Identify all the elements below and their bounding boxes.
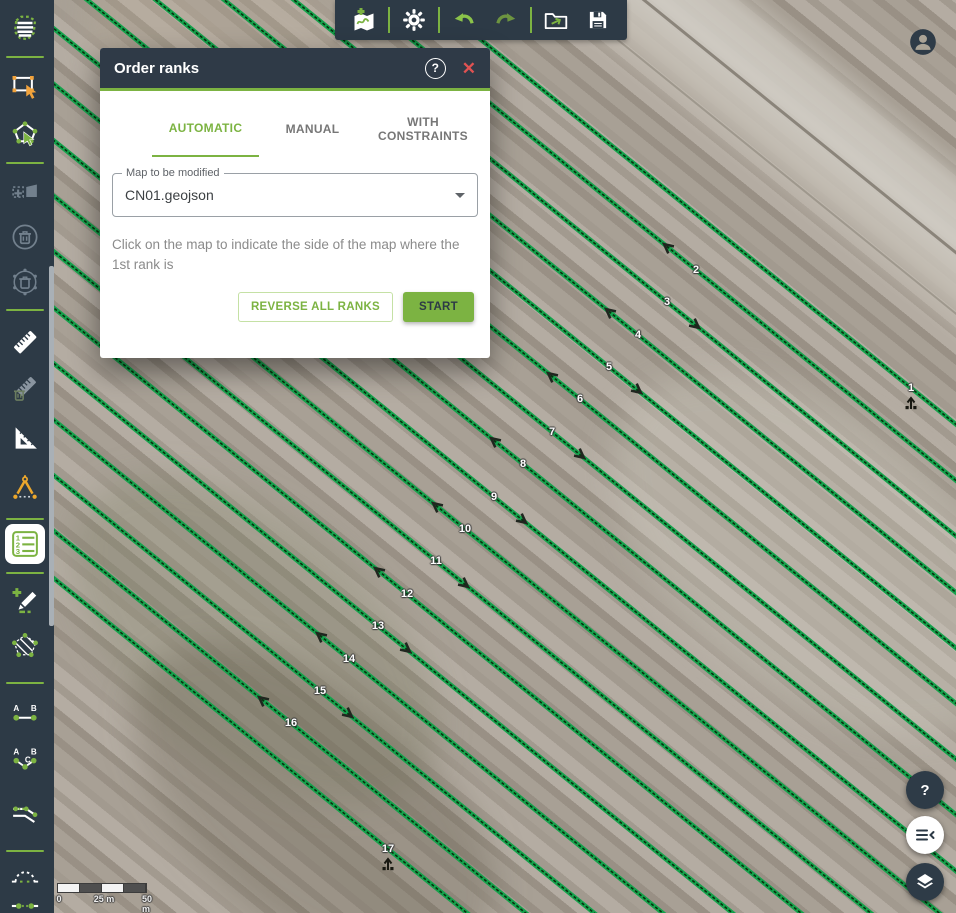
trash-selection-icon bbox=[10, 267, 40, 297]
collapse-list-icon bbox=[913, 823, 937, 847]
dialog-header[interactable]: Order ranks ? ✕ bbox=[100, 48, 490, 91]
redo-icon bbox=[493, 7, 519, 33]
dialog-body: AUTOMATIC MANUAL WITH CONSTRAINTS Map to… bbox=[100, 91, 490, 358]
toolbar-divider bbox=[388, 7, 390, 33]
ruler-icon bbox=[10, 327, 40, 357]
import-map-button[interactable] bbox=[343, 0, 385, 40]
sidebar-tool-draw-line[interactable] bbox=[5, 580, 45, 620]
compass-icon bbox=[10, 473, 40, 503]
field-rows-icon bbox=[10, 13, 40, 43]
sidebar-divider bbox=[6, 850, 44, 852]
sidebar-divider bbox=[6, 162, 44, 164]
toolbar-divider bbox=[438, 7, 440, 33]
map-select[interactable]: Map to be modified CN01.geojson bbox=[112, 173, 478, 217]
svg-text:A: A bbox=[13, 747, 19, 756]
sidebar-divider bbox=[6, 518, 44, 520]
start-button[interactable]: START bbox=[403, 292, 474, 322]
parallel-lines-icon bbox=[10, 797, 40, 827]
sidebar-tool-dotted-line[interactable] bbox=[5, 886, 45, 913]
add-shape-icon bbox=[10, 177, 40, 207]
folder-export-icon bbox=[543, 7, 569, 33]
app-window: 1234567891011121314151617 0 25 m 50 m bbox=[0, 0, 956, 913]
sidebar-divider bbox=[6, 572, 44, 574]
scalebar-segments bbox=[57, 883, 147, 893]
sidebar-scrollbar[interactable] bbox=[49, 266, 54, 626]
sidebar-tool-select-rectangle[interactable] bbox=[5, 66, 45, 106]
rank-end-marker-icon bbox=[906, 398, 917, 409]
save-icon bbox=[585, 7, 611, 33]
tab-automatic[interactable]: AUTOMATIC bbox=[152, 101, 259, 157]
pencil-add-icon bbox=[10, 585, 40, 615]
svg-text:B: B bbox=[31, 704, 37, 713]
select-rectangle-icon bbox=[10, 71, 40, 101]
gear-icon bbox=[401, 7, 427, 33]
tool-sidebar: 123 bbox=[0, 0, 54, 913]
hatched-polygon-icon bbox=[10, 631, 40, 661]
sidebar-tool-delete-selection[interactable] bbox=[5, 262, 45, 302]
sidebar-tool-segment-ab[interactable]: AB bbox=[5, 694, 45, 734]
sidebar-tool-order-ranks[interactable]: 123 bbox=[5, 524, 45, 564]
svg-text:3: 3 bbox=[16, 547, 21, 556]
tab-manual[interactable]: MANUAL bbox=[259, 101, 366, 157]
settings-button[interactable] bbox=[393, 0, 435, 40]
select-polygon-icon bbox=[10, 120, 40, 150]
scalebar-label-0: 0 bbox=[56, 894, 61, 904]
scalebar-label-50: 50 m bbox=[142, 894, 152, 913]
sidebar-divider bbox=[6, 682, 44, 684]
sidebar-tool-compass[interactable] bbox=[5, 468, 45, 508]
layers-icon bbox=[913, 870, 937, 894]
dotted-line-icon bbox=[10, 891, 40, 913]
toolbar-divider bbox=[530, 7, 532, 33]
redo-button[interactable] bbox=[485, 0, 527, 40]
user-avatar[interactable] bbox=[909, 28, 937, 56]
dialog-tabs: AUTOMATIC MANUAL WITH CONSTRAINTS bbox=[152, 101, 480, 157]
map-plus-icon bbox=[351, 7, 377, 33]
order-ranks-dialog: Order ranks ? ✕ AUTOMATIC MANUAL WITH CO… bbox=[100, 48, 490, 358]
rank-end-marker-icon bbox=[383, 859, 394, 870]
reverse-all-ranks-button[interactable]: REVERSE ALL RANKS bbox=[238, 292, 393, 322]
sidebar-tool-delete-measure[interactable] bbox=[5, 370, 45, 410]
avatar-icon bbox=[909, 28, 937, 56]
help-icon: ? bbox=[920, 782, 929, 799]
dialog-close-icon[interactable]: ✕ bbox=[462, 60, 476, 77]
angle-acb-icon: ACB bbox=[10, 745, 40, 775]
top-toolbar bbox=[335, 0, 627, 40]
map-select-label: Map to be modified bbox=[122, 167, 224, 179]
open-project-button[interactable] bbox=[535, 0, 577, 40]
svg-text:C: C bbox=[25, 756, 31, 765]
segment-ab-icon: AB bbox=[10, 699, 40, 729]
dialog-instruction: Click on the map to indicate the side of… bbox=[112, 235, 478, 276]
dialog-title: Order ranks bbox=[114, 60, 425, 77]
dialog-help-button[interactable]: ? bbox=[425, 58, 446, 79]
tab-with-constraints[interactable]: WITH CONSTRAINTS bbox=[366, 101, 480, 157]
order-ranks-icon: 123 bbox=[10, 529, 40, 559]
sidebar-tool-parallel-lines[interactable] bbox=[5, 792, 45, 832]
scalebar-label-25: 25 m bbox=[94, 894, 115, 904]
undo-icon bbox=[451, 7, 477, 33]
sidebar-tool-measure-ruler[interactable] bbox=[5, 322, 45, 362]
help-fab[interactable]: ? bbox=[906, 771, 944, 809]
undo-button[interactable] bbox=[443, 0, 485, 40]
map-select-value: CN01.geojson bbox=[125, 187, 455, 203]
sidebar-tool-select-polygon[interactable] bbox=[5, 115, 45, 155]
chevron-down-icon bbox=[455, 193, 465, 198]
map-scalebar: 0 25 m 50 m bbox=[57, 883, 157, 905]
sidebar-divider bbox=[6, 309, 44, 311]
sidebar-tool-add-shape[interactable] bbox=[5, 172, 45, 212]
svg-text:A: A bbox=[13, 704, 19, 713]
sidebar-tool-fill-polygon[interactable] bbox=[5, 626, 45, 666]
sidebar-tool-angle-acb[interactable]: ACB bbox=[5, 740, 45, 780]
svg-text:B: B bbox=[31, 747, 37, 756]
trash-icon bbox=[10, 222, 40, 252]
ruler-trash-icon bbox=[10, 375, 40, 405]
sidebar-tool-set-square[interactable] bbox=[5, 418, 45, 458]
set-square-icon bbox=[10, 423, 40, 453]
toggle-list-fab[interactable] bbox=[906, 816, 944, 854]
sidebar-tool-delete[interactable] bbox=[5, 217, 45, 257]
save-button[interactable] bbox=[577, 0, 619, 40]
sidebar-divider bbox=[6, 56, 44, 58]
layers-fab[interactable] bbox=[906, 863, 944, 901]
sidebar-tool-field-rows[interactable] bbox=[5, 8, 45, 48]
